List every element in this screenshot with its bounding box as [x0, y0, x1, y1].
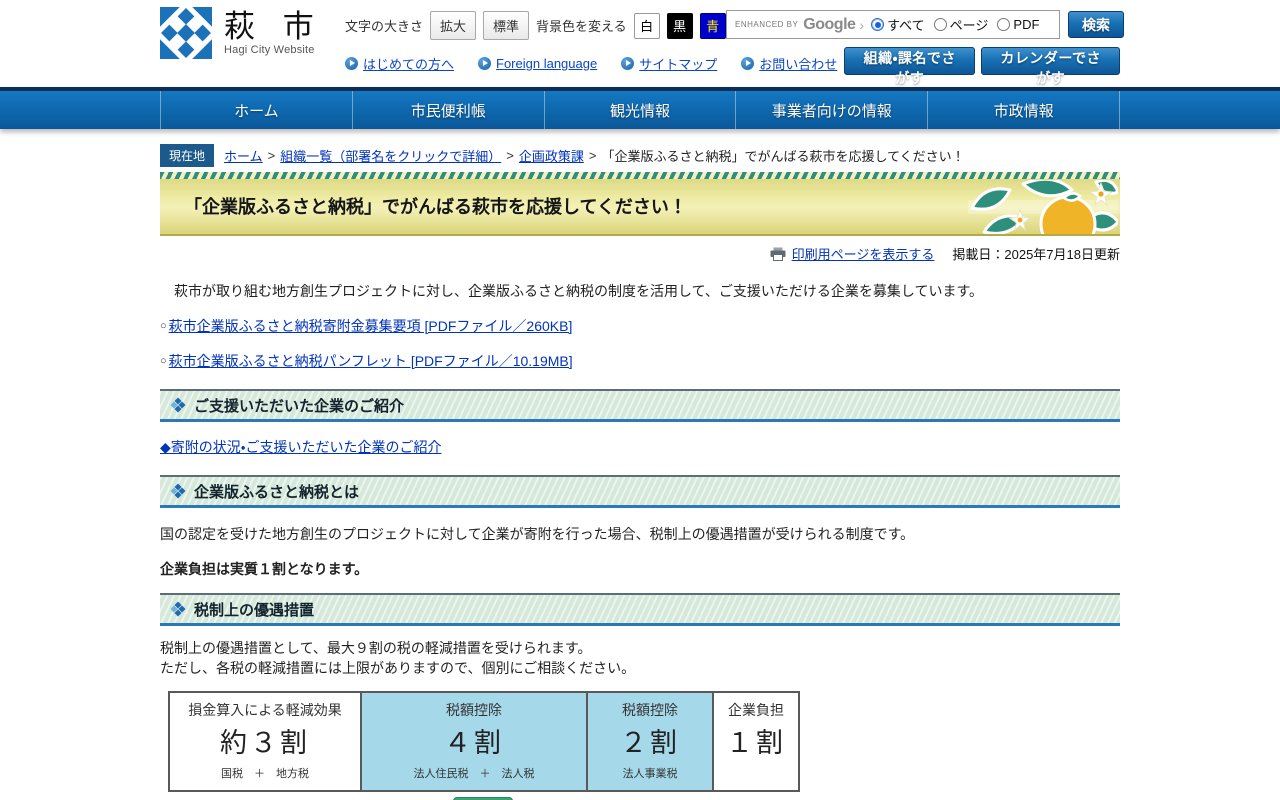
supporters-status-link-row: ◆寄附の状況・ご支援いただいた企業のご紹介: [160, 437, 1120, 457]
arrow-circle-icon: [741, 57, 755, 70]
arrow-circle-icon: [345, 57, 358, 70]
print-page-link[interactable]: 印刷用ページを表示する: [792, 244, 935, 263]
nav-item-tourism[interactable]: 観光情報: [545, 91, 737, 129]
logo-subtitle: Hagi City Website: [224, 44, 315, 57]
nav-item-citizen-guide[interactable]: 市民便利帳: [353, 91, 545, 129]
link-contact[interactable]: お問い合わせ: [741, 54, 837, 73]
list-circle-bullet: ○: [160, 320, 167, 332]
search-scope-page[interactable]: ページ: [933, 15, 988, 34]
search-scope-pdf[interactable]: PDF: [997, 17, 1039, 32]
find-by-calendar-button[interactable]: カレンダーでさがす: [981, 47, 1120, 86]
table-cell-tax-credit-4: 税額控除 ４割 法人住民税 ＋ 法人税: [360, 690, 588, 792]
about-body: 国の認定を受けた地方創生のプロジェクトに対して企業が寄附を行った場合、税制上の優…: [160, 526, 915, 542]
tax-line-2: ただし、各税の軽減措置には上限がありますので、個別にご相談ください。: [160, 660, 636, 677]
search-separator: ›: [859, 16, 865, 33]
link-sitemap[interactable]: サイトマップ: [621, 54, 717, 73]
arrow-circle-icon: [478, 57, 492, 70]
table-cell-tax-credit-2: 税額控除 ２割 法人事業税: [586, 690, 714, 792]
breadcrumb-link-org-list[interactable]: 組織一覧（部署名をクリックで詳細）: [280, 146, 501, 165]
radio-icon[interactable]: [933, 18, 947, 31]
tax-deduction-table: 損金算入による軽減効果 約３割 国税 ＋ 地方税 税額控除 ４割 法人住民税 ＋…: [168, 690, 800, 792]
list-circle-bullet: ○: [160, 355, 167, 367]
print-row: 印刷用ページを表示する 掲載日：2025年7月18日更新: [160, 244, 1120, 263]
section-title: 税制上の優遇措置: [194, 601, 315, 619]
donation-amount-badge: 寄附額: [452, 796, 514, 800]
section-header-about: 企業版ふるさと納税とは: [160, 475, 1120, 508]
site-search-box[interactable]: ENHANCED BY Google › すべて ページ PDF: [726, 10, 1060, 39]
intro-paragraph: 萩市が取り組む地方創生プロジェクトに対し、企業版ふるさと納税の制度を活用して、ご…: [160, 283, 984, 299]
nav-item-home[interactable]: ホーム: [161, 91, 353, 129]
enhanced-by-label: ENHANCED BY: [735, 20, 799, 29]
logo-text-block: 萩 市 Hagi City Website: [224, 8, 324, 57]
breadcrumb-link-home[interactable]: ホーム: [224, 146, 263, 165]
page-title-banner: 「企業版ふるさと納税」でがんばる萩市を応援してください！: [160, 172, 1120, 236]
link-first-time-visitors[interactable]: はじめての方へ: [345, 54, 454, 73]
section-header-supporters: ご支援いただいた企業のご紹介: [160, 389, 1120, 422]
breadcrumb-link-planning-division[interactable]: 企画政策課: [519, 146, 584, 165]
current-location-badge: 現在地: [160, 144, 215, 167]
main-content: 現在地 ホーム > 組織一覧（部署名をクリックで詳細） > 企画政策課 > 「企…: [160, 144, 1120, 800]
section-header-tax-incentives: 税制上の優遇措置: [160, 593, 1120, 626]
site-header: 萩 市 Hagi City Website 文字の大きさ 拡大 標準 背景色を変…: [0, 0, 1280, 87]
pdf-link-row: ○ 萩市企業版ふるさと納税寄附金募集要項 [PDFファイル／260KB]: [160, 316, 1120, 336]
global-nav: ホーム 市民便利帳 観光情報 事業者向けの情報 市政情報: [0, 87, 1280, 129]
google-logo: Google: [803, 15, 856, 33]
posted-date: 掲載日：2025年7月18日更新: [952, 247, 1120, 262]
nav-item-city-government[interactable]: 市政情報: [928, 91, 1119, 129]
diamond-cluster-icon: [170, 397, 186, 413]
text-size-standard-button[interactable]: 標準: [483, 11, 530, 40]
link-foreign-language[interactable]: Foreign language: [478, 56, 597, 71]
hagi-city-logo-icon: [160, 7, 212, 59]
arrow-circle-icon: [621, 57, 635, 70]
tax-incentive-text: 税制上の優遇措置として、最大９割の税の軽減措置を受けられます。 ただし、各税の軽…: [160, 638, 1120, 679]
accessibility-controls: 文字の大きさ 拡大 標準 背景色を変える 白 黒 青: [345, 11, 726, 40]
text-size-enlarge-button[interactable]: 拡大: [430, 11, 477, 40]
about-emphasis: 企業負担は実質１割となります。: [160, 561, 369, 577]
donation-amount-arrow: 寄附額: [168, 796, 798, 800]
bg-black-button[interactable]: 黒: [666, 12, 693, 39]
finder-buttons: 組織・課名でさがす カレンダーでさがす: [844, 47, 1120, 86]
header-quick-links: はじめての方へ Foreign language サイトマップ お問い合わせ: [345, 54, 837, 73]
section-title: ご支援いただいた企業のご紹介: [194, 397, 405, 415]
bg-color-label: 背景色を変える: [536, 19, 627, 34]
diamond-cluster-icon: [170, 601, 186, 617]
diamond-cluster-icon: [170, 483, 186, 499]
search-scope-all[interactable]: すべて: [871, 15, 925, 34]
banner-hatch-border: [160, 172, 1120, 179]
breadcrumb: 現在地 ホーム > 組織一覧（部署名をクリックで詳細） > 企画政策課 > 「企…: [160, 144, 1120, 167]
tax-line-1: 税制上の優遇措置として、最大９割の税の軽減措置を受けられます。: [160, 640, 592, 656]
bg-blue-button[interactable]: 青: [699, 12, 726, 39]
radio-icon[interactable]: [997, 18, 1011, 31]
section-title: 企業版ふるさと納税とは: [194, 483, 360, 501]
citrus-illustration: [968, 180, 1118, 234]
find-by-organization-button[interactable]: 組織・課名でさがす: [844, 47, 976, 86]
text-size-label: 文字の大きさ: [345, 19, 424, 34]
printer-icon: [770, 247, 786, 261]
site-logo[interactable]: 萩 市 Hagi City Website: [160, 7, 324, 59]
breadcrumb-current-page: 「企業版ふるさと納税」でがんばる萩市を応援してください！: [601, 149, 965, 164]
supporters-status-link[interactable]: ◆寄附の状況・ご支援いただいた企業のご紹介: [160, 439, 442, 455]
radio-selected-icon[interactable]: [871, 18, 885, 31]
logo-title: 萩 市: [224, 8, 324, 44]
table-cell-company-burden: 企業負担 １割: [712, 690, 800, 792]
pdf-link-recruitment-guidelines[interactable]: 萩市企業版ふるさと納税寄附金募集要項 [PDFファイル／260KB]: [169, 316, 573, 336]
pdf-link-pamphlet[interactable]: 萩市企業版ふるさと納税パンフレット [PDFファイル／10.19MB]: [169, 351, 573, 371]
nav-item-business[interactable]: 事業者向けの情報: [736, 91, 929, 129]
search-submit-button[interactable]: 検索: [1068, 11, 1124, 38]
table-cell-deductible-expense: 損金算入による軽減効果 約３割 国税 ＋ 地方税: [168, 690, 362, 792]
page-root: 萩 市 Hagi City Website 文字の大きさ 拡大 標準 背景色を変…: [0, 0, 1280, 800]
bg-white-button[interactable]: 白: [633, 12, 660, 39]
page-title: 「企業版ふるさと納税」でがんばる萩市を応援してください！: [184, 197, 687, 217]
pdf-link-row: ○ 萩市企業版ふるさと納税パンフレット [PDFファイル／10.19MB]: [160, 351, 1120, 371]
